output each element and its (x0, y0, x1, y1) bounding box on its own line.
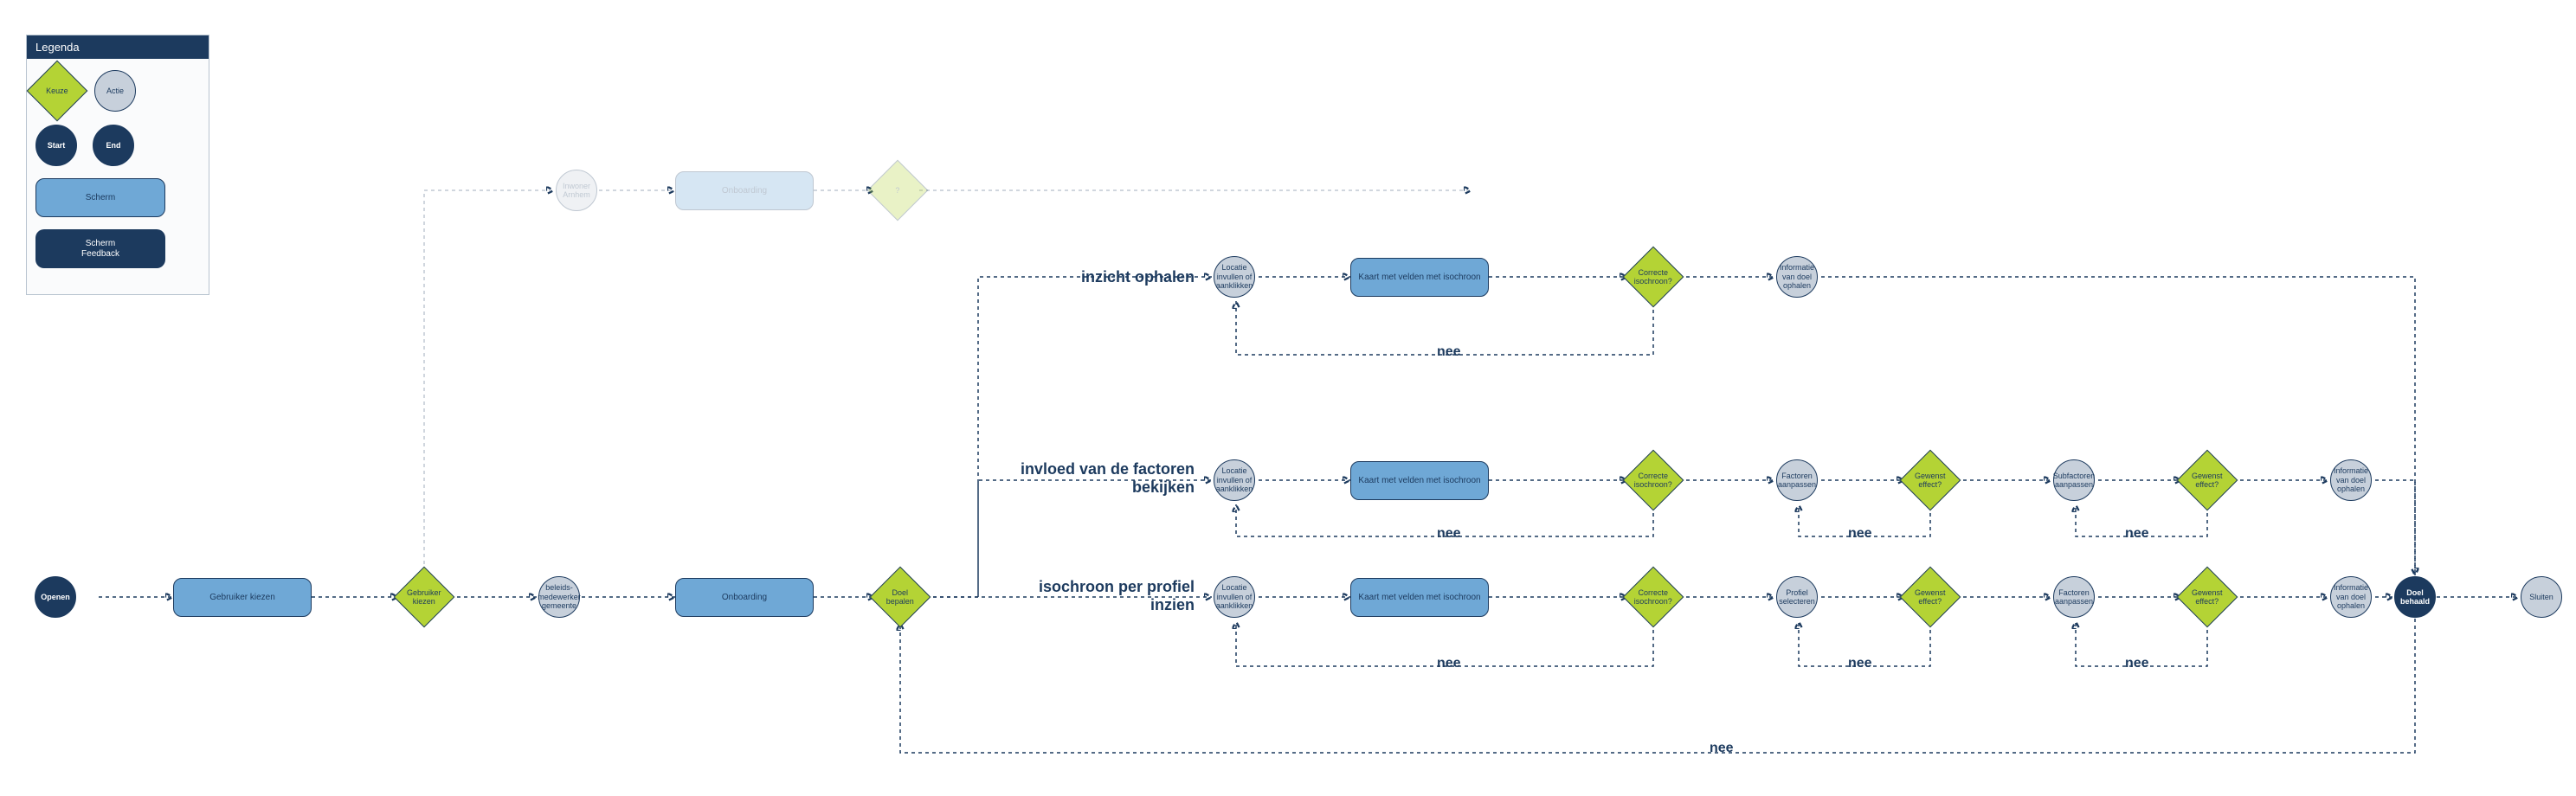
legend-start: Start (35, 125, 77, 166)
r3-factoren: Factoren aanpassen (2053, 576, 2095, 618)
row-label-isochroon: isochroon per profiel inzien (1004, 578, 1195, 614)
screen-gebruiker-kiezen: Gebruiker kiezen (173, 578, 312, 617)
r3-kaart: Kaart met velden met isochroon (1350, 578, 1489, 617)
decision-doel-bepalen: Doel bepalen (870, 567, 931, 628)
connectors (0, 0, 2576, 796)
legend-scherm: Scherm (35, 178, 165, 217)
action-sluiten: Sluiten (2521, 576, 2562, 618)
row-label-invloed: invloed van de factoren bekijken (1004, 460, 1195, 497)
r1-info: Informatie van doel ophalen (1776, 256, 1818, 298)
r2-gewenst2: Gewenst effect? (2177, 450, 2238, 511)
legend-panel: Legenda Keuze Actie Start End Scherm Sch… (26, 35, 209, 295)
legend-body: Keuze Actie Start End Scherm Scherm Feed… (27, 59, 209, 294)
nee-r3-2: nee (1848, 656, 1872, 671)
r2-gewenst1: Gewenst effect? (1900, 450, 1961, 511)
r2-sub: Subfactoren aanpassen (2053, 459, 2095, 501)
r1-kaart: Kaart met velden met isochroon (1350, 258, 1489, 297)
r3-gewenst2: Gewenst effect? (2177, 567, 2238, 628)
nee-r1-1: nee (1437, 344, 1461, 360)
r3-info: Informatie van doel ophalen (2330, 576, 2372, 618)
decision-q-faded: ? (867, 160, 929, 221)
nee-r2-1: nee (1437, 526, 1461, 542)
legend-actie: Actie (94, 70, 136, 112)
legend-scherm-feedback: Scherm Feedback (35, 229, 165, 268)
screen-onboarding: Onboarding (675, 578, 814, 617)
r3-profiel: Profiel selecteren (1776, 576, 1818, 618)
r1-locatie: Locatie invullen of aanklikken (1214, 256, 1255, 298)
r3-gewenst1: Gewenst effect? (1900, 567, 1961, 628)
legend-end: End (93, 125, 134, 166)
action-beleidsmedewerker: beleids-medewerker gemeente (538, 576, 580, 618)
nee-r3-1: nee (1437, 656, 1461, 671)
r3-locatie: Locatie invullen of aanklikken (1214, 576, 1255, 618)
legend-keuze: Keuze (27, 61, 88, 122)
nee-r3-3: nee (2125, 656, 2149, 671)
action-inwoner-arnhem: Inwoner Arnhem (556, 170, 597, 211)
row-label-inzicht: inzicht ophalen (1004, 268, 1195, 286)
r1-correcte: Correcte isochroon? (1623, 247, 1684, 308)
r3-correcte: Correcte isochroon? (1623, 567, 1684, 628)
nee-r2-2: nee (1848, 526, 1872, 542)
screen-onboarding-faded: Onboarding (675, 171, 814, 210)
r2-correcte: Correcte isochroon? (1623, 450, 1684, 511)
r2-kaart: Kaart met velden met isochroon (1350, 461, 1489, 500)
doel-behaald: Doel behaald (2394, 576, 2436, 618)
legend-title: Legenda (27, 35, 209, 59)
r2-info: Informatie van doel ophalen (2330, 459, 2372, 501)
r2-factoren: Factoren aanpassen (1776, 459, 1818, 501)
nee-big: nee (1710, 741, 1734, 756)
nee-r2-3: nee (2125, 526, 2149, 542)
start-openen: Openen (35, 576, 76, 618)
r2-locatie: Locatie invullen of aanklikken (1214, 459, 1255, 501)
decision-gebruiker-kiezen: Gebruiker kiezen (394, 567, 455, 628)
